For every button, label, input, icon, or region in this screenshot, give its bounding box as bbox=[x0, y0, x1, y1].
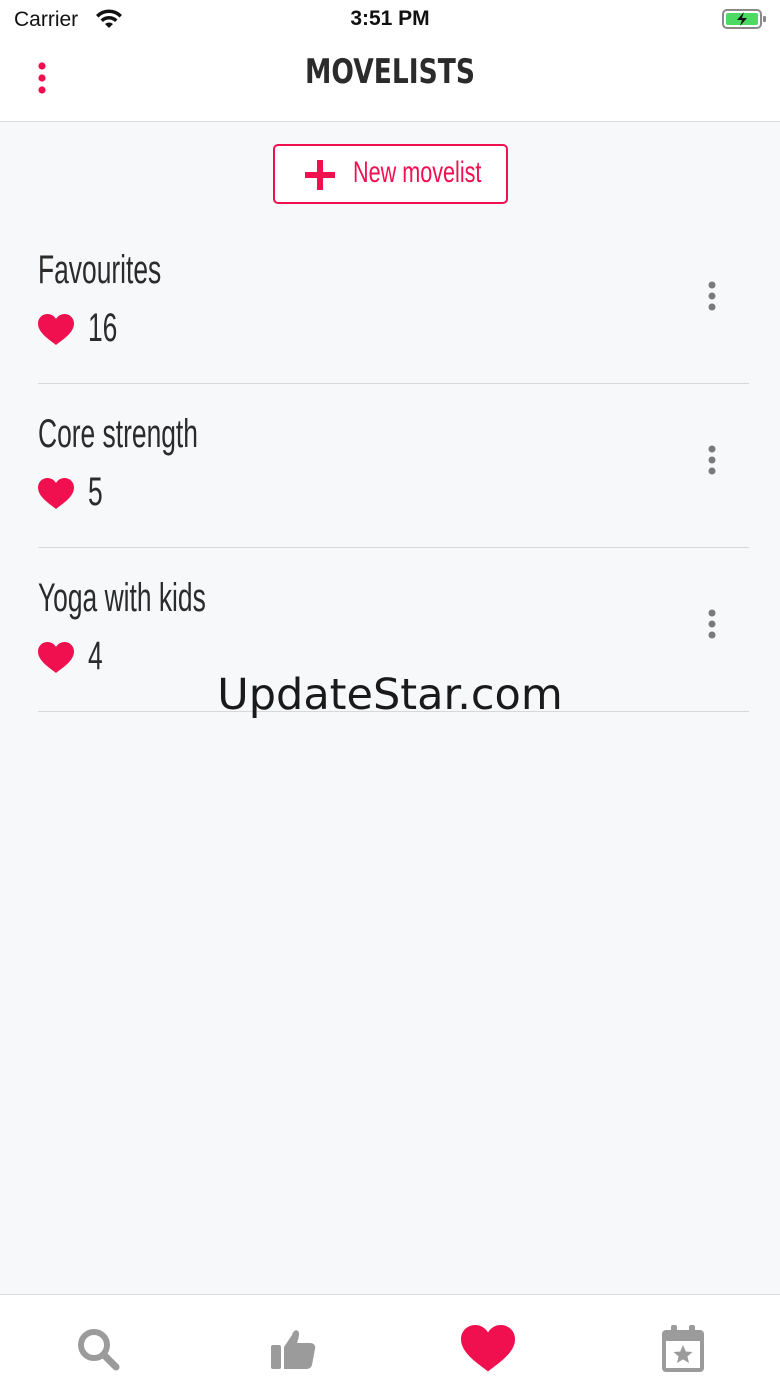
movelist-item-favourites[interactable]: Favourites 16 bbox=[38, 220, 749, 384]
page-title: MOVELISTS bbox=[305, 52, 475, 92]
movelist-title: Yoga with kids bbox=[38, 576, 206, 620]
thumbs-up-icon bbox=[270, 1330, 315, 1369]
heart-icon bbox=[38, 478, 74, 515]
vertical-dots-icon[interactable] bbox=[30, 60, 54, 100]
movelist-list: Favourites 16 Core strength 5 Yoga with … bbox=[38, 220, 749, 712]
movelist-title: Favourites bbox=[38, 248, 162, 292]
heart-icon bbox=[38, 314, 74, 351]
search-icon bbox=[77, 1329, 119, 1371]
new-movelist-button[interactable]: New movelist bbox=[273, 144, 508, 204]
tab-search[interactable] bbox=[0, 1295, 195, 1387]
plus-icon bbox=[305, 160, 335, 195]
status-time: 3:51 PM bbox=[350, 7, 430, 30]
new-movelist-label: New movelist bbox=[353, 156, 482, 189]
heart-icon bbox=[460, 1325, 515, 1372]
tab-movelists[interactable] bbox=[390, 1295, 585, 1387]
movelist-count: 5 bbox=[88, 470, 103, 514]
tab-bar bbox=[0, 1294, 780, 1387]
tab-likes[interactable] bbox=[195, 1295, 390, 1387]
watermark-text: UpdateStar.com bbox=[217, 670, 563, 720]
tab-calendar[interactable] bbox=[585, 1295, 780, 1387]
movelist-item-core-strength[interactable]: Core strength 5 bbox=[38, 384, 749, 548]
more-options-icon[interactable] bbox=[702, 280, 722, 316]
movelist-count: 16 bbox=[88, 306, 118, 350]
more-options-icon[interactable] bbox=[702, 444, 722, 480]
nav-bar: MOVELISTS bbox=[0, 40, 780, 122]
status-bar: Carrier 3:51 PM bbox=[0, 0, 780, 40]
battery-charging-icon bbox=[722, 8, 768, 35]
calendar-star-icon bbox=[661, 1325, 704, 1372]
more-options-icon[interactable] bbox=[702, 608, 722, 644]
movelist-title: Core strength bbox=[38, 412, 198, 456]
